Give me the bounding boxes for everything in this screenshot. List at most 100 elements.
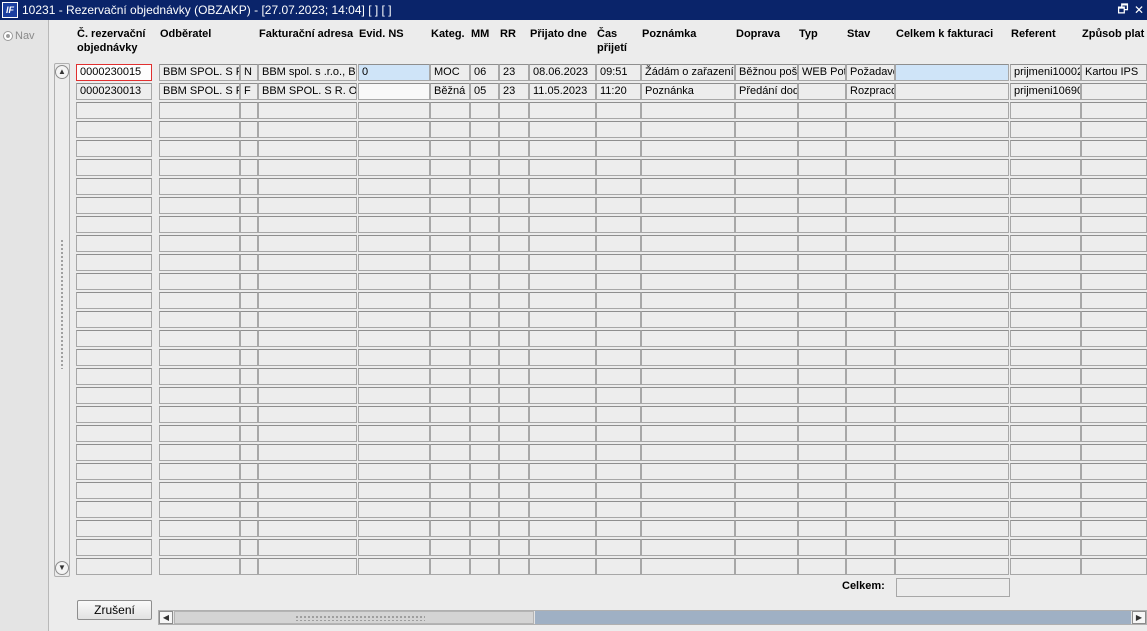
cell-zpusob[interactable] (1081, 425, 1147, 442)
cell-evid_ns[interactable] (358, 178, 430, 195)
cell-zpusob[interactable] (1081, 254, 1147, 271)
cell-celkem[interactable] (895, 387, 1009, 404)
cell-cas[interactable] (596, 406, 641, 423)
cell-mm[interactable] (470, 520, 499, 537)
cell-doprava[interactable] (735, 425, 798, 442)
cell-stav[interactable] (846, 140, 895, 157)
cell-poznamka[interactable] (641, 121, 735, 138)
cell-poznamka[interactable] (641, 159, 735, 176)
cell-doprava[interactable] (735, 482, 798, 499)
cell-mm[interactable] (470, 444, 499, 461)
cell-zpusob[interactable] (1081, 311, 1147, 328)
cell-cislo[interactable] (76, 311, 152, 328)
cell-zpusob[interactable] (1081, 558, 1147, 575)
cell-typ[interactable] (798, 121, 846, 138)
cell-typ[interactable] (798, 387, 846, 404)
cell-cislo[interactable] (76, 140, 152, 157)
cell-kateg[interactable] (430, 235, 470, 252)
cell-mm[interactable] (470, 406, 499, 423)
cell-cas[interactable] (596, 330, 641, 347)
cell-fakt_adresa[interactable] (258, 159, 357, 176)
cell-mm[interactable] (470, 254, 499, 271)
cell-cislo[interactable] (76, 463, 152, 480)
cell-stav[interactable] (846, 159, 895, 176)
cell-fakt_adresa[interactable] (258, 406, 357, 423)
cell-fakt_adresa[interactable] (258, 368, 357, 385)
cell-doprava[interactable] (735, 254, 798, 271)
cell-evid_ns[interactable] (358, 482, 430, 499)
cell-cas[interactable] (596, 558, 641, 575)
cell-referent[interactable] (1010, 558, 1081, 575)
cell-typ[interactable] (798, 349, 846, 366)
cell-poznamka[interactable] (641, 520, 735, 537)
cell-prijato[interactable] (529, 178, 596, 195)
cell-rr[interactable] (499, 254, 529, 271)
cell-cislo[interactable] (76, 501, 152, 518)
cell-referent[interactable] (1010, 159, 1081, 176)
cell-celkem[interactable] (895, 311, 1009, 328)
cell-rr[interactable] (499, 102, 529, 119)
cell-referent[interactable]: prijmeni10690 (1010, 83, 1081, 100)
cell-doprava[interactable] (735, 121, 798, 138)
cell-celkem[interactable] (895, 501, 1009, 518)
column-header-odberatel[interactable]: Odběratel (160, 27, 211, 41)
cell-cislo[interactable] (76, 387, 152, 404)
cell-mm[interactable] (470, 558, 499, 575)
cell-rr[interactable] (499, 330, 529, 347)
cell-zpusob[interactable] (1081, 159, 1147, 176)
cell-zpusob[interactable] (1081, 216, 1147, 233)
cell-flag[interactable] (240, 387, 258, 404)
scroll-up-icon[interactable]: ▲ (55, 65, 69, 79)
cell-celkem[interactable] (895, 292, 1009, 309)
cell-poznamka[interactable] (641, 273, 735, 290)
cell-cislo[interactable]: 0000230013 (76, 83, 152, 100)
cell-stav[interactable] (846, 501, 895, 518)
cell-stav[interactable] (846, 387, 895, 404)
cell-poznamka[interactable] (641, 311, 735, 328)
cell-rr[interactable] (499, 178, 529, 195)
cell-cas[interactable]: 11:20 (596, 83, 641, 100)
cell-mm[interactable] (470, 159, 499, 176)
cell-evid_ns[interactable] (358, 197, 430, 214)
cell-zpusob[interactable] (1081, 330, 1147, 347)
cell-mm[interactable] (470, 292, 499, 309)
cell-flag[interactable] (240, 368, 258, 385)
scroll-left-icon[interactable]: ◀ (159, 611, 173, 624)
cell-poznamka[interactable] (641, 425, 735, 442)
cell-stav[interactable] (846, 520, 895, 537)
cell-odberatel[interactable] (159, 501, 240, 518)
cell-odberatel[interactable] (159, 292, 240, 309)
cell-evid_ns[interactable] (358, 520, 430, 537)
cell-poznamka[interactable] (641, 216, 735, 233)
cell-fakt_adresa[interactable] (258, 216, 357, 233)
cell-typ[interactable] (798, 311, 846, 328)
cell-doprava[interactable] (735, 273, 798, 290)
cell-cas[interactable] (596, 273, 641, 290)
cell-celkem[interactable] (895, 425, 1009, 442)
cell-poznamka[interactable] (641, 140, 735, 157)
cell-doprava[interactable] (735, 330, 798, 347)
cell-evid_ns[interactable] (358, 444, 430, 461)
cell-cislo[interactable] (76, 539, 152, 556)
cell-stav[interactable] (846, 121, 895, 138)
cell-zpusob[interactable] (1081, 501, 1147, 518)
cell-rr[interactable] (499, 273, 529, 290)
cell-prijato[interactable] (529, 387, 596, 404)
cell-typ[interactable] (798, 254, 846, 271)
cell-referent[interactable] (1010, 349, 1081, 366)
cell-cislo[interactable]: 0000230015 (76, 64, 152, 81)
cell-flag[interactable] (240, 121, 258, 138)
cell-referent[interactable] (1010, 520, 1081, 537)
nav-toggle[interactable]: Nav (3, 30, 35, 42)
cell-prijato[interactable] (529, 425, 596, 442)
cell-typ[interactable] (798, 482, 846, 499)
cell-typ[interactable] (798, 558, 846, 575)
cell-fakt_adresa[interactable] (258, 520, 357, 537)
cell-stav[interactable] (846, 254, 895, 271)
cell-odberatel[interactable] (159, 539, 240, 556)
cell-rr[interactable] (499, 539, 529, 556)
cell-poznamka[interactable] (641, 349, 735, 366)
cell-stav[interactable] (846, 178, 895, 195)
cell-flag[interactable] (240, 197, 258, 214)
cell-fakt_adresa[interactable] (258, 197, 357, 214)
